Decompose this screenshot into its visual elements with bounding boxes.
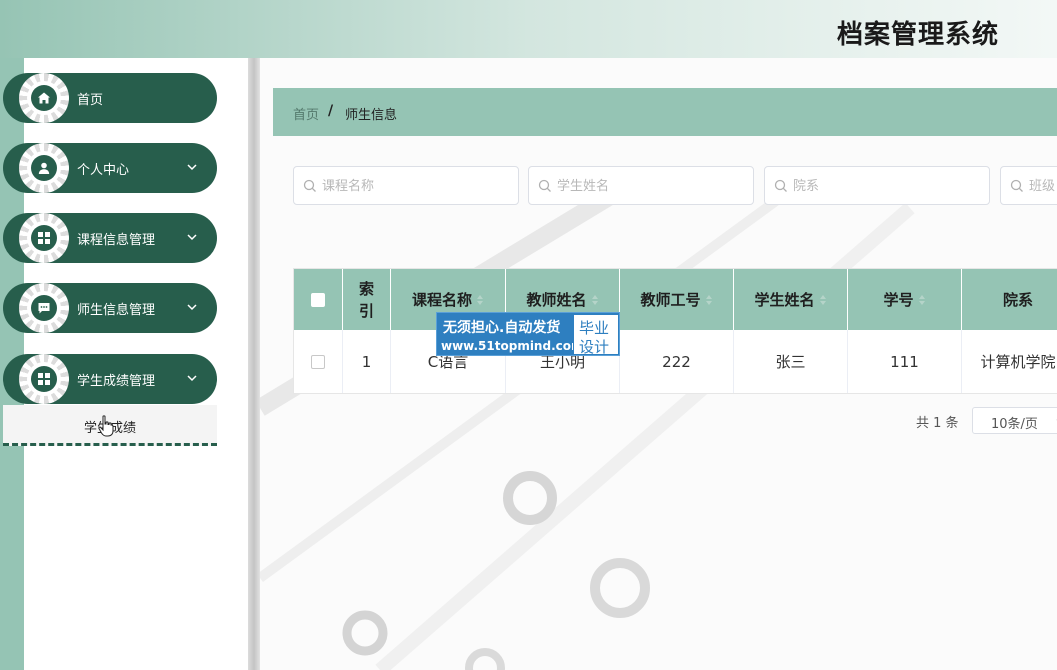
col-header-label: 索引 bbox=[358, 279, 374, 320]
watermark-url: www.51topmind.com bbox=[441, 339, 584, 353]
breadcrumb-home-link[interactable]: 首页 bbox=[293, 104, 319, 123]
menu-badge bbox=[19, 73, 69, 123]
sidebar-item-course-info[interactable]: 课程信息管理 bbox=[3, 213, 217, 263]
menu-badge bbox=[19, 283, 69, 333]
chat-icon bbox=[38, 303, 50, 314]
watermark-badge: 毕业 设计 bbox=[573, 314, 619, 356]
search-icon bbox=[1010, 179, 1023, 192]
watermark-badge-line2: 设计 bbox=[579, 338, 610, 356]
col-header-teacher-id[interactable]: 教师工号 bbox=[620, 269, 734, 330]
sidebar-item-label: 课程信息管理 bbox=[77, 233, 156, 248]
grid-icon bbox=[38, 373, 50, 385]
cell-teacher-id: 222 bbox=[620, 330, 734, 393]
search-department-input[interactable] bbox=[793, 176, 973, 196]
sidebar-item-label: 师生信息管理 bbox=[77, 303, 156, 318]
search-class-input[interactable] bbox=[1029, 176, 1057, 196]
page-size-select[interactable]: 10条/页 bbox=[972, 407, 1057, 434]
grid-icon bbox=[38, 232, 50, 244]
search-icon bbox=[774, 179, 787, 192]
search-course-name-input[interactable] bbox=[322, 176, 502, 196]
chevron-down-icon bbox=[187, 375, 197, 382]
sidebar-item-label: 学生成绩管理 bbox=[77, 374, 156, 389]
sidebar-item-teacher-student-info[interactable]: 师生信息管理 bbox=[3, 283, 217, 333]
sidebar-item-label: 个人中心 bbox=[77, 163, 130, 178]
search-student-name-input[interactable] bbox=[557, 176, 737, 196]
col-header-label: 院系 bbox=[1002, 291, 1033, 309]
top-header: 档案管理系统 bbox=[0, 0, 1057, 58]
table-header: 索引 课程名称 教师姓名 教师工号 学生姓名 学号 院系 bbox=[294, 269, 1057, 330]
data-table: 索引 课程名称 教师姓名 教师工号 学生姓名 学号 院系 1 C语言 王小明 2… bbox=[293, 268, 1057, 394]
search-student-name-field[interactable] bbox=[528, 166, 754, 205]
sort-icon bbox=[705, 294, 712, 305]
sidebar-item-personal-center[interactable]: 个人中心 bbox=[3, 143, 217, 193]
col-header-label: 教师工号 bbox=[640, 291, 701, 309]
breadcrumb-separator: / bbox=[328, 103, 334, 119]
watermark-text: 无须担心.自动发货 bbox=[443, 320, 561, 336]
col-header-student[interactable]: 学生姓名 bbox=[734, 269, 848, 330]
search-icon bbox=[303, 179, 316, 192]
col-header-department[interactable]: 院系 bbox=[962, 269, 1057, 330]
chevron-down-icon bbox=[187, 164, 197, 171]
menu-badge bbox=[19, 354, 69, 404]
col-header-label: 课程名称 bbox=[411, 291, 472, 309]
app-title: 档案管理系统 bbox=[836, 20, 999, 50]
menu-badge bbox=[19, 143, 69, 193]
sort-icon bbox=[591, 294, 598, 305]
breadcrumb: 首页 / 师生信息 bbox=[273, 88, 1057, 136]
search-course-name-field[interactable] bbox=[293, 166, 519, 205]
search-department-field[interactable] bbox=[764, 166, 990, 205]
hand-cursor-icon bbox=[98, 415, 114, 437]
col-header-label: 学号 bbox=[883, 291, 914, 309]
row-select-cell bbox=[294, 330, 343, 393]
cell-student-id: 111 bbox=[848, 330, 962, 393]
sidebar-divider bbox=[248, 58, 260, 670]
sort-icon bbox=[819, 294, 826, 305]
breadcrumb-current: 师生信息 bbox=[345, 108, 398, 123]
select-all-checkbox[interactable] bbox=[311, 292, 325, 307]
search-icon bbox=[538, 179, 551, 192]
pagination-total: 共 1 条 bbox=[916, 416, 959, 431]
cell-student: 张三 bbox=[734, 330, 848, 393]
row-checkbox[interactable] bbox=[311, 354, 325, 369]
chevron-down-icon bbox=[187, 234, 197, 241]
cell-index: 1 bbox=[343, 330, 391, 393]
col-header-index: 索引 bbox=[343, 269, 391, 330]
home-icon bbox=[38, 92, 50, 104]
sidebar-item-label: 首页 bbox=[77, 93, 104, 108]
page-size-value: 10条/页 bbox=[991, 417, 1038, 432]
main-content: 首页 / 师生信息 课程名称 学生姓名 院系 班级 索引 课程名称 教师姓名 教… bbox=[260, 58, 1057, 670]
select-all-cell bbox=[294, 269, 343, 330]
cell-department: 计算机学院 bbox=[980, 353, 1056, 371]
sort-icon bbox=[477, 294, 483, 305]
sort-icon bbox=[918, 294, 925, 305]
menu-badge bbox=[19, 213, 69, 263]
watermark-badge-line1: 毕业 bbox=[579, 319, 610, 337]
col-header-label: 教师姓名 bbox=[526, 291, 587, 309]
sidebar-item-home[interactable]: 首页 bbox=[3, 73, 217, 123]
chevron-down-icon bbox=[187, 304, 197, 311]
search-class-field[interactable] bbox=[1000, 166, 1057, 205]
col-header-student-id[interactable]: 学号 bbox=[848, 269, 962, 330]
sidebar-item-student-grades[interactable]: 学生成绩管理 bbox=[3, 354, 217, 404]
watermark-banner: 无须担心.自动发货 www.51topmind.com 毕业 设计 bbox=[436, 312, 620, 356]
user-icon bbox=[38, 162, 50, 174]
col-header-label: 学生姓名 bbox=[754, 291, 815, 309]
